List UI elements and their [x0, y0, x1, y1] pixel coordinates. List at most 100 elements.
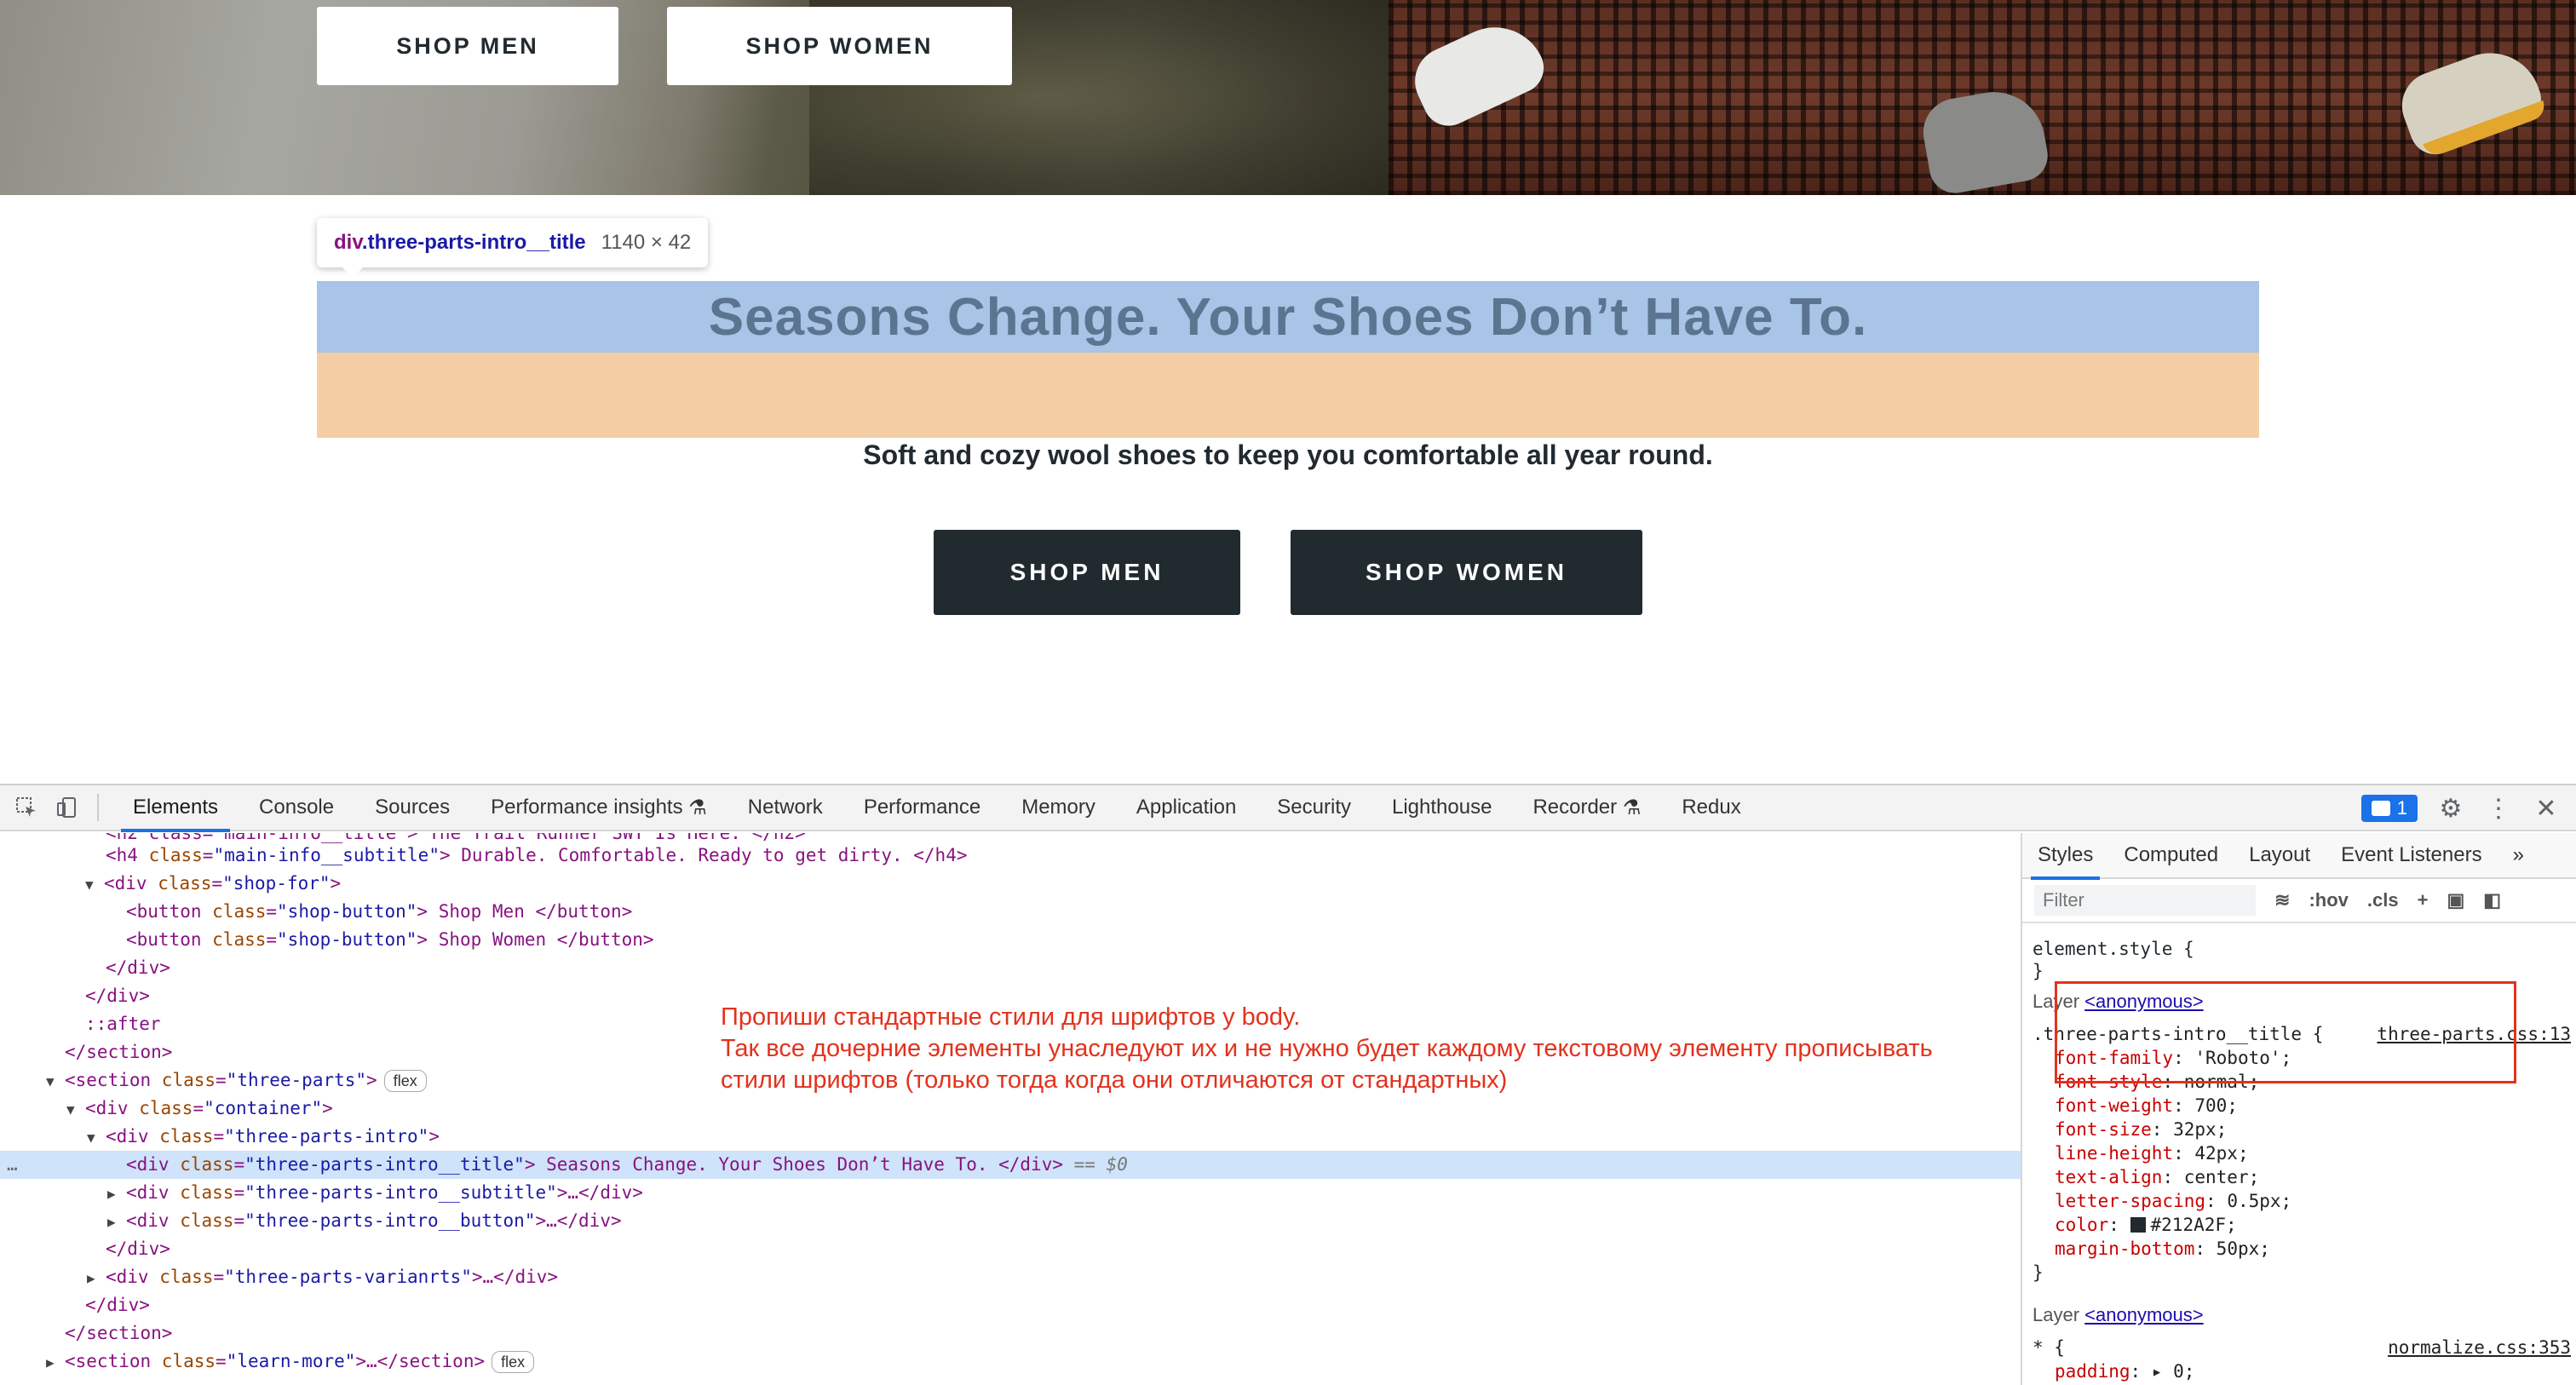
- color-swatch[interactable]: [2130, 1217, 2146, 1233]
- dom-node[interactable]: <button class="shop-button"> Shop Men </…: [0, 898, 2021, 926]
- hero-shop-men-button[interactable]: SHOP MEN: [317, 7, 618, 85]
- hov-button[interactable]: :hov: [2309, 889, 2348, 911]
- dom-node[interactable]: <button class="shop-button"> Shop Women …: [0, 926, 2021, 954]
- tab-performance-insights[interactable]: Performance insights ⚗: [470, 784, 727, 830]
- tab-application[interactable]: Application: [1116, 784, 1256, 830]
- tab-styles[interactable]: Styles: [2022, 833, 2108, 880]
- element-style-rule[interactable]: element.style {: [2033, 937, 2194, 961]
- tab-console[interactable]: Console: [239, 784, 354, 830]
- attr-name: class: [212, 929, 267, 950]
- equals-sign: =: [213, 1267, 225, 1287]
- dom-node[interactable]: ▶ <section class="learn-more">…</section>…: [0, 1348, 2021, 1376]
- toolbar-right: 1 ⚙ ⋮ ✕: [2360, 785, 2576, 831]
- flex-badge[interactable]: flex: [383, 1070, 427, 1092]
- collapse-triangle-icon[interactable]: ▼: [85, 871, 104, 899]
- add-rule-icon[interactable]: +: [2418, 889, 2429, 911]
- css-property[interactable]: font-size: 32px;: [2033, 1118, 2227, 1141]
- attr-name: class: [139, 1098, 193, 1118]
- tab-recorder[interactable]: Recorder ⚗: [1512, 784, 1661, 830]
- flex-badge[interactable]: flex: [492, 1351, 535, 1373]
- expand-triangle-icon[interactable]: ▶: [46, 1348, 65, 1376]
- prop-name: color: [2055, 1215, 2109, 1235]
- tab-elements[interactable]: Elements: [112, 784, 239, 832]
- more-options-icon[interactable]: ⋮: [2484, 794, 2513, 824]
- more-tabs-icon[interactable]: »: [2498, 833, 2539, 878]
- shop-men-button[interactable]: SHOP MEN: [934, 530, 1240, 615]
- dom-node[interactable]: </div>: [0, 1235, 2021, 1263]
- toggle-sidebar-icon[interactable]: ◧: [2483, 889, 2501, 911]
- tooltip-tag-name: div: [334, 231, 362, 254]
- dom-node[interactable]: </section>: [0, 1319, 2021, 1348]
- tab-lighthouse[interactable]: Lighthouse: [1371, 784, 1512, 830]
- tag-close: >: [330, 873, 342, 894]
- rule-selector-text: * {: [2033, 1337, 2065, 1358]
- tag-close: >: [366, 1070, 377, 1090]
- tab-memory[interactable]: Memory: [1001, 784, 1116, 830]
- annotation-line: стили шрифтов (только тогда когда они от…: [721, 1066, 1508, 1094]
- issues-badge[interactable]: 1: [2360, 795, 2418, 822]
- dom-node[interactable]: ▶ <div class="three-parts-varianrts">…</d…: [0, 1263, 2021, 1291]
- settings-gear-icon[interactable]: ⚙: [2436, 794, 2465, 824]
- toolbar-divider: [97, 794, 99, 821]
- flask-icon: ⚗: [688, 796, 707, 819]
- prop-value: #212A2F;: [2150, 1215, 2237, 1235]
- dom-node[interactable]: </div>: [0, 954, 2021, 982]
- cls-button[interactable]: .cls: [2367, 889, 2399, 911]
- tab-event-listeners[interactable]: Event Listeners: [2326, 833, 2497, 878]
- equals-sign: =: [211, 873, 223, 894]
- rule-selector[interactable]: * { normalize.css:353: [2033, 1336, 2574, 1359]
- css-property[interactable]: text-align: center;: [2033, 1165, 2259, 1189]
- issues-count: 1: [2396, 797, 2407, 819]
- styles-pane: Styles Computed Layout Event Listeners »…: [2021, 833, 2576, 1385]
- dom-node[interactable]: ▼ <div class="shop-for">: [0, 870, 2021, 898]
- close-icon[interactable]: ✕: [2532, 794, 2561, 824]
- equals-sign: =: [216, 1351, 227, 1371]
- expand-triangle-icon[interactable]: ▶: [107, 1180, 126, 1208]
- css-property[interactable]: margin-bottom: 50px;: [2033, 1237, 2270, 1261]
- expand-triangle-icon[interactable]: ▶: [107, 1208, 126, 1236]
- device-toolbar-icon[interactable]: [53, 793, 82, 822]
- tab-network[interactable]: Network: [727, 784, 843, 830]
- css-property[interactable]: color: #212A2F;: [2033, 1213, 2237, 1237]
- tab-security[interactable]: Security: [1256, 784, 1371, 830]
- css-property[interactable]: line-height: 42px;: [2033, 1141, 2249, 1165]
- dom-node[interactable]: ▼ <div class="container">: [0, 1095, 2021, 1123]
- tag-open: <div: [126, 1154, 181, 1175]
- prop-value: center;: [2183, 1167, 2260, 1187]
- dom-node[interactable]: </div>: [0, 1291, 2021, 1319]
- toggle-rendering-icon[interactable]: ≋: [2274, 889, 2290, 911]
- expand-triangle-icon[interactable]: ▶: [87, 1264, 106, 1292]
- tab-layout[interactable]: Layout: [2234, 833, 2326, 878]
- dom-node[interactable]: ▼ <div class="three-parts-intro">: [0, 1123, 2021, 1151]
- collapse-triangle-icon[interactable]: ▼: [87, 1124, 106, 1152]
- rule-source-link[interactable]: normalize.css:353: [2388, 1336, 2571, 1359]
- css-property[interactable]: font-weight: 700;: [2033, 1094, 2238, 1118]
- layer-link[interactable]: <anonymous>: [2084, 1304, 2203, 1325]
- layer-row: Layer <anonymous>: [2033, 1303, 2204, 1327]
- dom-node-selected[interactable]: … <div class="three-parts-intro__title"> …: [0, 1151, 2021, 1179]
- rule-close-brace: }: [2033, 961, 2044, 981]
- collapse-triangle-icon[interactable]: ▼: [66, 1095, 85, 1124]
- tab-performance[interactable]: Performance: [843, 784, 1001, 830]
- prop-value: 0;: [2173, 1361, 2195, 1382]
- more-dots-icon[interactable]: …: [7, 1151, 18, 1179]
- css-property[interactable]: padding: ▸ 0;: [2033, 1359, 2194, 1383]
- dom-node[interactable]: <h4 class="main-info__subtitle"> Durable…: [0, 842, 2021, 870]
- dom-node[interactable]: ▶ <div class="three-parts-intro__subtitle…: [0, 1179, 2021, 1207]
- tag-close: </div>: [106, 1238, 170, 1259]
- inspect-element-icon[interactable]: [12, 793, 41, 822]
- collapse-triangle-icon[interactable]: ▼: [46, 1067, 65, 1095]
- filter-input[interactable]: Filter: [2034, 885, 2256, 916]
- attr-name: class: [212, 901, 267, 922]
- attr-name: class: [161, 1070, 216, 1090]
- tab-redux[interactable]: Redux: [1661, 784, 1761, 830]
- shop-women-button[interactable]: SHOP WOMEN: [1291, 530, 1642, 615]
- dom-node[interactable]: ▶ <div class="three-parts-intro__button">…: [0, 1207, 2021, 1235]
- attr-name: class: [148, 845, 203, 865]
- css-property[interactable]: letter-spacing: 0.5px;: [2033, 1189, 2291, 1213]
- tab-sources[interactable]: Sources: [354, 784, 470, 830]
- tab-computed[interactable]: Computed: [2108, 833, 2234, 878]
- hero-shop-women-button[interactable]: SHOP WOMEN: [667, 7, 1012, 85]
- paint-icon[interactable]: ▣: [2447, 889, 2464, 911]
- prop-name: margin-bottom: [2055, 1238, 2195, 1259]
